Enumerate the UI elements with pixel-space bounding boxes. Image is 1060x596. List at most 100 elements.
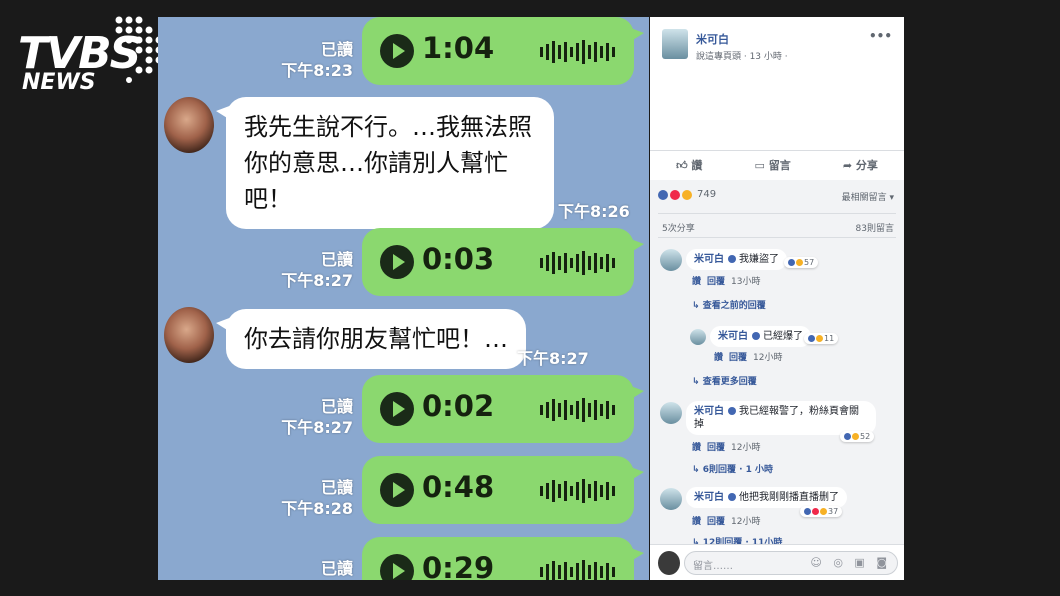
comment-input[interactable]: 留言…… ☺ ◎ ▣ ◙ <box>684 551 898 575</box>
comment-text: 我已經報警了，粉絲頁會關 <box>739 406 859 417</box>
facebook-post-panel: 米可白 說這專頁頭 · 13 小時 · ••• 👍︎ 讚 ▭ 留言 ➦ 分享 7… <box>650 17 904 580</box>
reaction-count: 52 <box>860 432 871 441</box>
view-replies[interactable]: ↳ 6則回覆 · 1 小時 <box>692 462 773 475</box>
incoming-message: 你去請你朋友幫忙吧！… <box>216 309 526 369</box>
read-label: 已讀 <box>320 397 353 416</box>
voice-duration: 1:04 <box>422 31 495 65</box>
read-label: 已讀 <box>320 40 353 59</box>
logo-news-text: NEWS <box>22 70 96 95</box>
voice-duration: 0:02 <box>422 389 495 423</box>
voice-duration: 0:03 <box>422 242 495 276</box>
comments-section <box>650 180 904 580</box>
reaction-count: 749 <box>697 189 717 200</box>
message-text: 你去請你朋友幫忙吧！… <box>244 325 508 353</box>
composer-icons[interactable]: ☺ ◎ ▣ ◙ <box>810 556 891 569</box>
share-icon: ➦ <box>842 159 856 172</box>
message-time: 下午8:27 <box>517 349 589 368</box>
comment-like-link[interactable]: 讚 <box>714 353 723 363</box>
wow-reaction-icon <box>682 189 692 200</box>
comment-bubble: 米可白 已經爆了 <box>710 326 811 347</box>
read-label: 已讀 <box>320 478 353 497</box>
contact-avatar[interactable] <box>164 307 214 363</box>
page-name[interactable]: 米可白 <box>696 31 729 47</box>
comment-bubble: 米可白 他把我剛剛播直播删了 <box>686 487 847 508</box>
message-time: 下午8:26 <box>558 202 630 221</box>
message-time: 下午8:27 <box>281 271 353 290</box>
comment-reply-link[interactable]: 回覆 <box>707 443 725 453</box>
commenter-avatar[interactable] <box>660 402 682 424</box>
contact-avatar[interactable] <box>164 97 214 153</box>
like-button[interactable]: 👍︎ 讚 <box>676 157 702 173</box>
comment-text: 已經爆了 <box>763 331 803 342</box>
comment-text: 我嫌盜了 <box>739 254 779 265</box>
commenter-avatar[interactable] <box>660 249 682 271</box>
incoming-message: 我先生說不行。…我無法照 你的意思…你請別人幫忙 吧！ <box>216 97 554 229</box>
comment-like-link[interactable]: 讚 <box>692 517 701 527</box>
message-time: 下午8:27 <box>281 418 353 437</box>
message-text: 我先生說不行。…我無法照 <box>244 113 532 141</box>
view-previous-replies[interactable]: ↳ 查看之前的回覆 <box>692 298 766 311</box>
waveform-icon <box>540 398 615 422</box>
comment-like-link[interactable]: 讚 <box>692 277 701 287</box>
comment-sort-dropdown[interactable]: 最相關留言 ▾ <box>842 190 894 203</box>
read-label: 已讀 <box>320 250 353 269</box>
commenter-name[interactable]: 米可白 <box>694 254 724 265</box>
voice-message[interactable]: 0:29 <box>362 537 644 580</box>
view-more-replies[interactable]: ↳ 查看更多回覆 <box>692 374 757 387</box>
line-chat-panel: 已讀 下午8:23 1:04 我先生說不行。…我無法照 你的意思…你請別人幫忙 … <box>158 17 649 580</box>
comment-reply-link[interactable]: 回覆 <box>729 353 747 363</box>
comment-text: 他把我剛剛播直播删了 <box>739 492 839 503</box>
user-avatar <box>658 551 680 575</box>
waveform-icon <box>540 560 615 580</box>
play-icon[interactable] <box>380 554 414 580</box>
comment-bubble: 米可白 我嫌盜了 <box>686 249 787 270</box>
angry-reaction-icon <box>670 189 680 200</box>
commenter-avatar[interactable] <box>690 329 706 345</box>
comment-meta: 讚回覆 13小時 <box>692 277 761 287</box>
commenter-name[interactable]: 米可白 <box>694 406 724 417</box>
voice-message[interactable]: 0:02 <box>362 375 644 443</box>
post-meta: 說這專頁頭 · 13 小時 · <box>696 52 788 62</box>
comment-button[interactable]: ▭ 留言 <box>755 157 791 173</box>
reaction-summary[interactable]: 749 <box>658 189 716 200</box>
waveform-icon <box>540 479 615 503</box>
commenter-name[interactable]: 米可白 <box>694 492 724 503</box>
comment-count[interactable]: 83則留言 <box>856 221 894 234</box>
comment-like-link[interactable]: 讚 <box>692 443 701 453</box>
reply-arrow-icon: ↳ <box>692 301 703 311</box>
comment-bubble: 米可白 我已經報警了，粉絲頁會關 掉 <box>686 401 876 435</box>
share-count[interactable]: 5次分享 <box>662 221 695 234</box>
voice-message[interactable]: 0:03 <box>362 228 644 296</box>
comment-reply-link[interactable]: 回覆 <box>707 517 725 527</box>
comment-meta: 讚回覆 12小時 <box>692 443 761 453</box>
play-icon[interactable] <box>380 34 414 68</box>
read-receipt: 已讀 下午8:27 <box>158 396 353 438</box>
reply-arrow-icon: ↳ <box>692 465 703 475</box>
share-button[interactable]: ➦ 分享 <box>843 157 878 173</box>
comment-reactions[interactable]: 37 <box>800 506 843 517</box>
comment-meta: 讚回覆 12小時 <box>714 353 783 363</box>
voice-message[interactable]: 1:04 <box>362 17 644 85</box>
post-actions: 👍︎ 讚 ▭ 留言 ➦ 分享 <box>650 150 904 179</box>
page-avatar[interactable] <box>662 29 688 59</box>
verified-icon <box>728 407 736 415</box>
comment-reactions[interactable]: 11 <box>804 333 839 344</box>
waveform-icon <box>540 251 615 275</box>
comment-reactions[interactable]: 57 <box>784 257 819 268</box>
waveform-icon <box>540 40 615 64</box>
comment-text: 掉 <box>694 419 704 430</box>
play-icon[interactable] <box>380 392 414 426</box>
play-icon[interactable] <box>380 245 414 279</box>
play-icon[interactable] <box>380 473 414 507</box>
comment-meta: 讚回覆 12小時 <box>692 517 761 527</box>
like-icon: 👍︎ <box>676 159 692 172</box>
commenter-avatar[interactable] <box>660 488 682 510</box>
comment-reply-link[interactable]: 回覆 <box>707 277 725 287</box>
divider <box>658 213 896 214</box>
more-icon[interactable]: ••• <box>869 29 892 43</box>
post-header: 米可白 說這專頁頭 · 13 小時 · ••• <box>650 17 904 147</box>
voice-message[interactable]: 0:48 <box>362 456 644 524</box>
comment-reactions[interactable]: 52 <box>840 431 875 442</box>
commenter-name[interactable]: 米可白 <box>718 331 748 342</box>
read-receipt: 已讀 下午8:23 <box>158 39 353 81</box>
